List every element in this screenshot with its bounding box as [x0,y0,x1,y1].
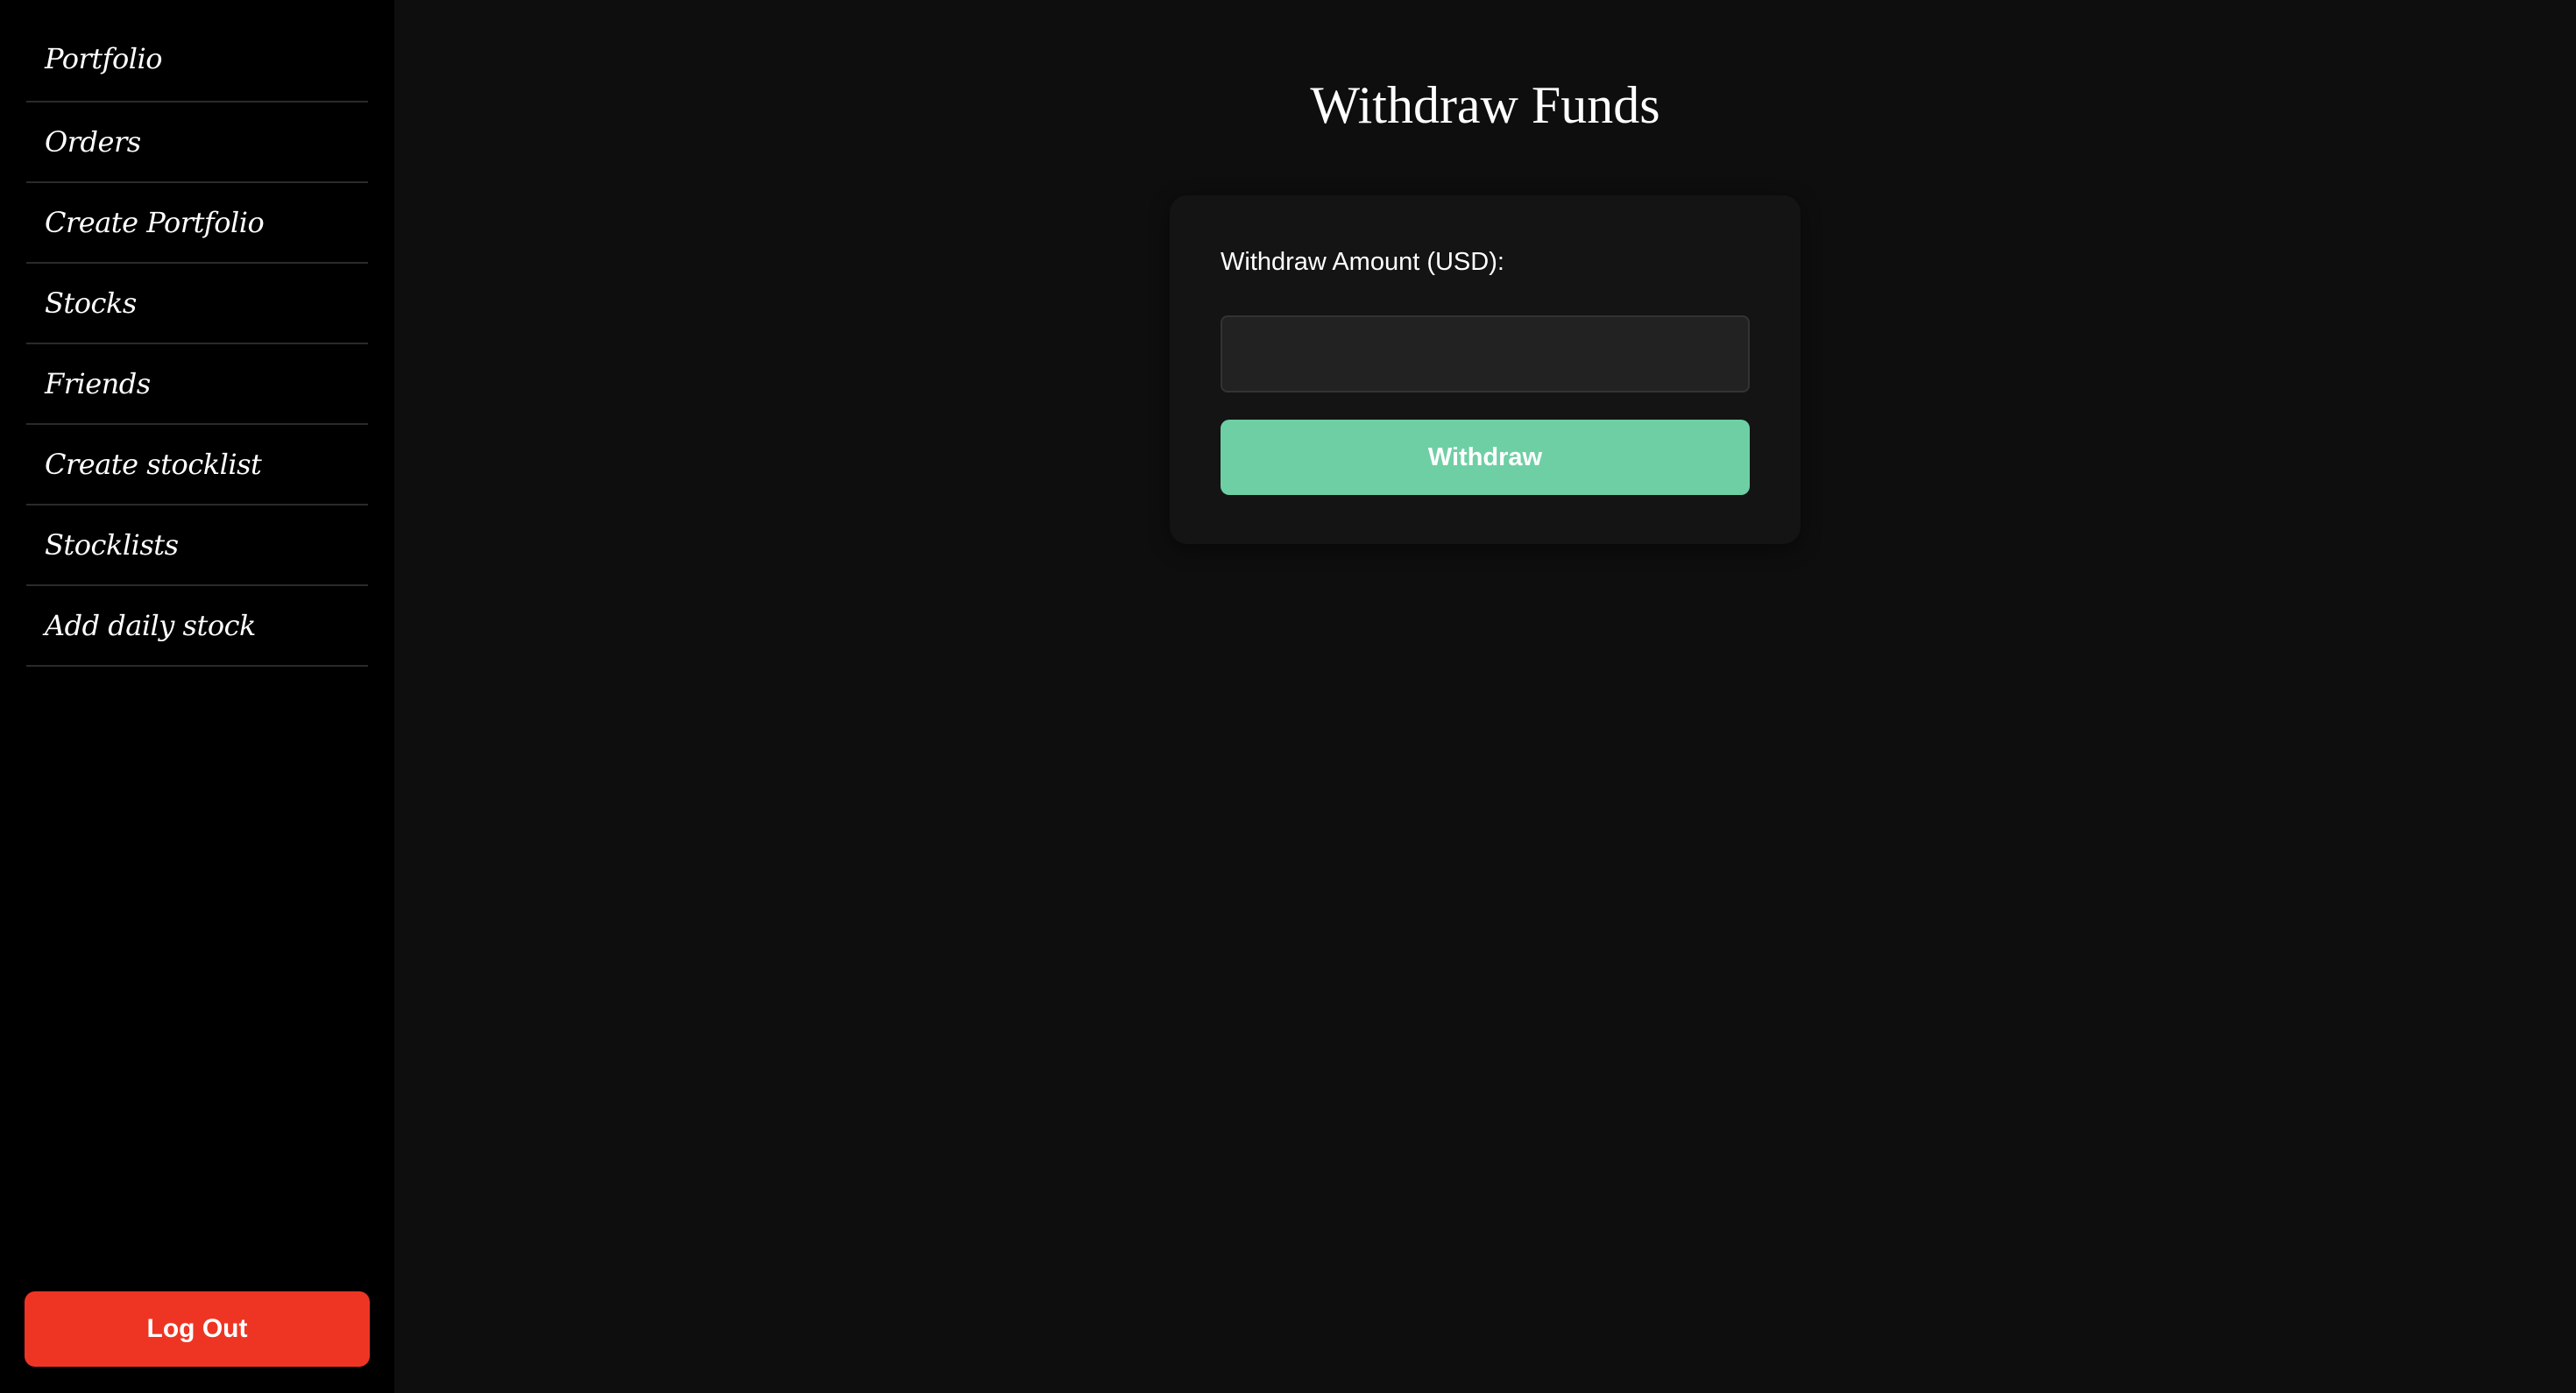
sidebar-item-friends[interactable]: Friends [26,344,368,425]
sidebar-item-label: Stocks [45,286,137,320]
sidebar-item-label: Stocklists [45,528,179,562]
sidebar-nav: Portfolio Orders Create Portfolio Stocks… [26,0,368,667]
sidebar-item-portfolio[interactable]: Portfolio [26,0,368,103]
app-root: Portfolio Orders Create Portfolio Stocks… [0,0,2576,1393]
sidebar-item-add-daily-stock[interactable]: Add daily stock [26,586,368,667]
page-title: Withdraw Funds [1310,76,1660,134]
sidebar-item-create-portfolio[interactable]: Create Portfolio [26,183,368,264]
sidebar-item-stocks[interactable]: Stocks [26,264,368,344]
sidebar-item-label: Portfolio [45,41,163,75]
logout-button[interactable]: Log Out [25,1291,370,1367]
withdraw-amount-input[interactable] [1221,315,1750,392]
sidebar-item-create-stocklist[interactable]: Create stocklist [26,425,368,506]
withdraw-amount-label: Withdraw Amount (USD): [1221,248,1504,276]
withdraw-button[interactable]: Withdraw [1221,420,1750,495]
main-content: Withdraw Funds Withdraw Amount (USD): Wi… [394,0,2576,1393]
sidebar-item-label: Orders [45,125,141,159]
sidebar-item-label: Friends [45,367,151,400]
sidebar-item-orders[interactable]: Orders [26,103,368,183]
withdraw-form-card: Withdraw Amount (USD): Withdraw [1170,195,1801,544]
sidebar-item-label: Create Portfolio [45,206,265,239]
sidebar-item-label: Add daily stock [45,609,256,642]
sidebar: Portfolio Orders Create Portfolio Stocks… [0,0,394,1393]
sidebar-item-stocklists[interactable]: Stocklists [26,506,368,586]
sidebar-item-label: Create stocklist [45,448,262,481]
